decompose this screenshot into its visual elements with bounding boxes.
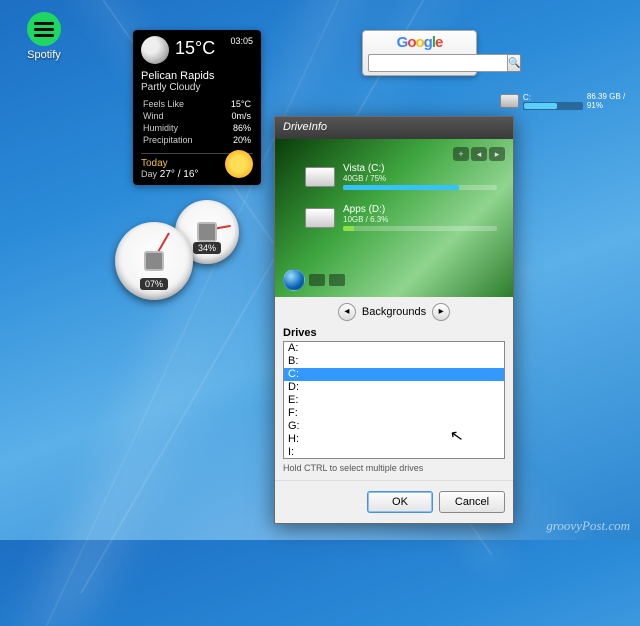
- preview-drive-entry: Vista (C:)40GB / 75%: [305, 163, 497, 190]
- sun-icon: [225, 150, 253, 178]
- drives-listbox[interactable]: A:B:C:D:E:F:G:H:I:J:: [283, 341, 505, 459]
- preview-thumb-2[interactable]: [329, 274, 345, 286]
- ok-button[interactable]: OK: [367, 491, 433, 513]
- drive-mini-gadget[interactable]: C: 86.39 GB / 91%: [500, 92, 640, 110]
- drive-list-item[interactable]: I:: [284, 446, 504, 459]
- drive-sub: 10GB / 6.3%: [343, 215, 497, 224]
- drive-list-item[interactable]: C:: [284, 368, 504, 381]
- windows-orb-icon: [283, 269, 305, 291]
- cancel-button[interactable]: Cancel: [439, 491, 505, 513]
- backgrounds-next-button[interactable]: ▸: [432, 303, 450, 321]
- drive-mini-stat: 86.39 GB / 91%: [587, 92, 640, 110]
- desktop-icon-spotify[interactable]: Spotify: [14, 12, 74, 61]
- watermark: groovyPost.com: [546, 518, 630, 534]
- driveinfo-dialog: DriveInfo + ◂ ▸ Vista (C:)40GB / 75% Apps…: [274, 116, 514, 524]
- drive-list-item[interactable]: H:: [284, 433, 504, 446]
- backgrounds-label: Backgrounds: [362, 306, 426, 318]
- drive-name: Vista (C:): [343, 163, 497, 174]
- google-gadget[interactable]: Google 🔍: [362, 30, 477, 76]
- weather-location: Pelican Rapids: [141, 64, 253, 82]
- drives-section-label: Drives: [275, 327, 513, 339]
- drive-icon: [500, 94, 519, 108]
- weather-condition: Partly Cloudy: [141, 82, 253, 93]
- drive-mini-label: C:: [523, 93, 583, 102]
- drive-list-item[interactable]: B:: [284, 355, 504, 368]
- cpu-percent: 07%: [140, 278, 168, 290]
- weather-gadget[interactable]: 03:05 15°C Pelican Rapids Partly Cloudy …: [133, 30, 261, 185]
- preview-add-button[interactable]: +: [453, 147, 469, 161]
- cpu-dial: 07%: [115, 222, 193, 300]
- drive-list-item[interactable]: E:: [284, 394, 504, 407]
- weather-clock: 03:05: [230, 36, 253, 46]
- preview-thumb-1[interactable]: [309, 274, 325, 286]
- drive-list-item[interactable]: G:: [284, 420, 504, 433]
- ram-percent: 34%: [193, 242, 221, 254]
- dialog-title[interactable]: DriveInfo: [275, 117, 513, 139]
- drive-name: Apps (D:): [343, 204, 497, 215]
- drive-list-item[interactable]: A:: [284, 342, 504, 355]
- drive-sub: 40GB / 75%: [343, 174, 497, 183]
- desktop-icon-label: Spotify: [14, 49, 74, 61]
- weather-details: Feels Like15°C Wind0m/s Humidity86% Prec…: [141, 97, 253, 147]
- moon-icon: [141, 36, 169, 64]
- preview-prev-button[interactable]: ◂: [471, 147, 487, 161]
- google-search-input[interactable]: [368, 54, 508, 72]
- drive-mini-bar: [523, 102, 583, 110]
- drives-hint: Hold CTRL to select multiple drives: [275, 461, 513, 473]
- preview-next-button[interactable]: ▸: [489, 147, 505, 161]
- backgrounds-prev-button[interactable]: ◂: [338, 303, 356, 321]
- drive-icon: [305, 167, 335, 187]
- cpu-meter-gadget[interactable]: 34% 07%: [115, 200, 265, 310]
- dialog-preview: + ◂ ▸ Vista (C:)40GB / 75% Apps (D:)10GB …: [275, 139, 513, 297]
- preview-drive-entry: Apps (D:)10GB / 6.3%: [305, 204, 497, 231]
- weather-today: Today Day 27° / 16°: [141, 153, 253, 180]
- drive-icon: [305, 208, 335, 228]
- drive-list-item[interactable]: F:: [284, 407, 504, 420]
- spotify-icon: [27, 12, 61, 46]
- drive-list-item[interactable]: D:: [284, 381, 504, 394]
- google-search-button[interactable]: 🔍: [508, 54, 521, 72]
- google-logo: Google: [368, 34, 471, 52]
